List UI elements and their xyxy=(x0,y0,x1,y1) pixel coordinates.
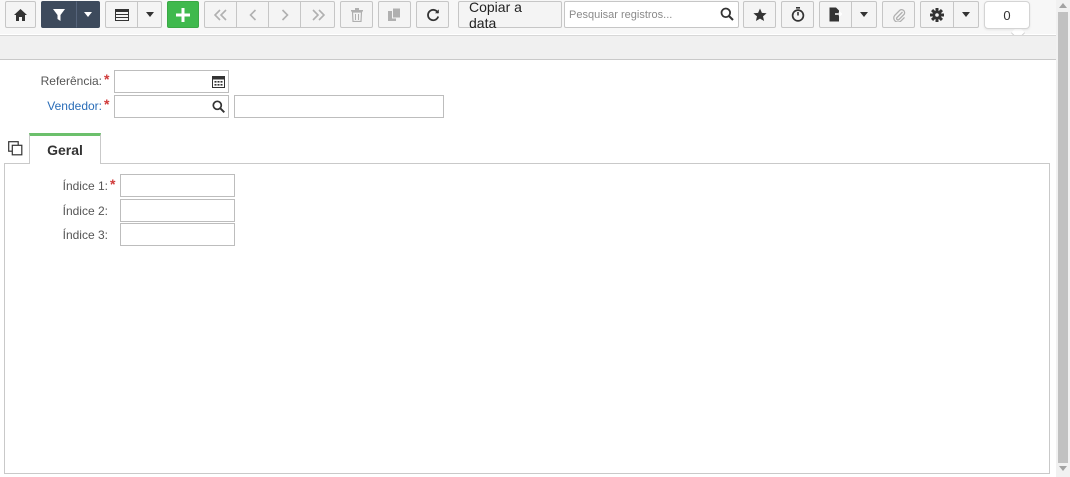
app-page: Copiar a data Pesquisar registros... 0 R… xyxy=(0,0,1070,477)
calendar-icon[interactable] xyxy=(212,75,225,88)
caret-down-icon xyxy=(84,12,92,17)
scroll-down-arrow-icon[interactable] xyxy=(1059,466,1067,471)
index2-label: Índice 2: xyxy=(62,204,108,218)
filter-dropdown-button[interactable] xyxy=(76,1,100,28)
required-marker: * xyxy=(110,176,116,192)
index3-input[interactable] xyxy=(121,224,234,245)
search-icon[interactable] xyxy=(720,7,734,21)
caret-down-icon xyxy=(962,12,970,17)
search-icon[interactable] xyxy=(212,100,225,113)
file-export-icon xyxy=(829,7,842,22)
next-record-button[interactable] xyxy=(268,1,301,28)
search-input[interactable] xyxy=(565,2,715,27)
refresh-button[interactable] xyxy=(416,1,449,28)
filter-icon xyxy=(53,8,65,21)
double-chevron-left-icon xyxy=(213,8,227,21)
scrollbar-thumb[interactable] xyxy=(1058,12,1068,463)
star-icon xyxy=(752,8,767,21)
export-dropdown-button[interactable] xyxy=(851,1,877,28)
index2-input[interactable] xyxy=(121,200,234,221)
copy-to-date-button[interactable]: Copiar a data xyxy=(458,0,562,31)
trash-icon xyxy=(350,7,363,22)
export-button[interactable] xyxy=(819,1,852,28)
duplicate-button[interactable] xyxy=(378,1,411,28)
add-button[interactable] xyxy=(167,1,199,28)
previous-record-button[interactable] xyxy=(236,1,269,28)
settings-button[interactable] xyxy=(920,1,954,28)
index3-field[interactable] xyxy=(120,223,235,246)
paperclip-icon xyxy=(892,8,905,22)
filter-button[interactable] xyxy=(41,1,77,28)
list-view-button[interactable] xyxy=(105,1,138,28)
copy-icon xyxy=(388,8,401,21)
vendor-code-field[interactable] xyxy=(114,95,229,118)
copy-tabs-icon[interactable] xyxy=(8,141,23,156)
search-box[interactable] xyxy=(564,1,739,28)
home-button[interactable] xyxy=(5,1,36,28)
vendor-label[interactable]: Vendedor: xyxy=(20,99,102,113)
tab-geral[interactable]: Geral xyxy=(29,133,101,164)
refresh-icon xyxy=(426,8,439,21)
stopwatch-icon xyxy=(791,7,804,22)
vendor-name-field[interactable] xyxy=(234,95,444,118)
index1-label: Índice 1: xyxy=(62,179,108,193)
settings-dropdown-button[interactable] xyxy=(953,1,979,28)
gear-icon xyxy=(930,7,944,22)
chevron-right-icon xyxy=(281,8,289,21)
favorite-button[interactable] xyxy=(743,1,776,28)
index1-field[interactable] xyxy=(120,174,235,197)
index1-input[interactable] xyxy=(121,175,234,196)
vertical-scrollbar[interactable] xyxy=(1056,0,1070,477)
reference-field[interactable] xyxy=(114,70,229,93)
caret-down-icon xyxy=(860,12,868,17)
toolbar: Copiar a data Pesquisar registros... 0 xyxy=(0,0,1056,41)
caret-down-icon xyxy=(145,12,154,17)
vendor-name-input[interactable] xyxy=(235,96,443,117)
delete-button[interactable] xyxy=(340,1,373,28)
index3-label: Índice 3: xyxy=(62,228,108,242)
view-dropdown-button[interactable] xyxy=(137,1,162,28)
chevron-left-icon xyxy=(248,8,256,21)
required-marker: * xyxy=(104,71,110,87)
last-record-button[interactable] xyxy=(300,1,335,28)
first-record-button[interactable] xyxy=(204,1,237,28)
home-icon xyxy=(14,8,27,21)
index2-field[interactable] xyxy=(120,199,235,222)
double-chevron-right-icon xyxy=(311,8,325,21)
table-icon xyxy=(114,8,129,21)
plus-icon xyxy=(176,7,190,22)
attachments-button[interactable] xyxy=(882,1,915,28)
record-counter-badge[interactable]: 0 xyxy=(984,1,1030,29)
timer-button[interactable] xyxy=(781,1,814,28)
required-marker: * xyxy=(104,96,110,112)
reference-label: Referência: xyxy=(40,74,102,88)
toolbar-strip xyxy=(0,35,1056,60)
scroll-up-arrow-icon[interactable] xyxy=(1059,3,1067,8)
